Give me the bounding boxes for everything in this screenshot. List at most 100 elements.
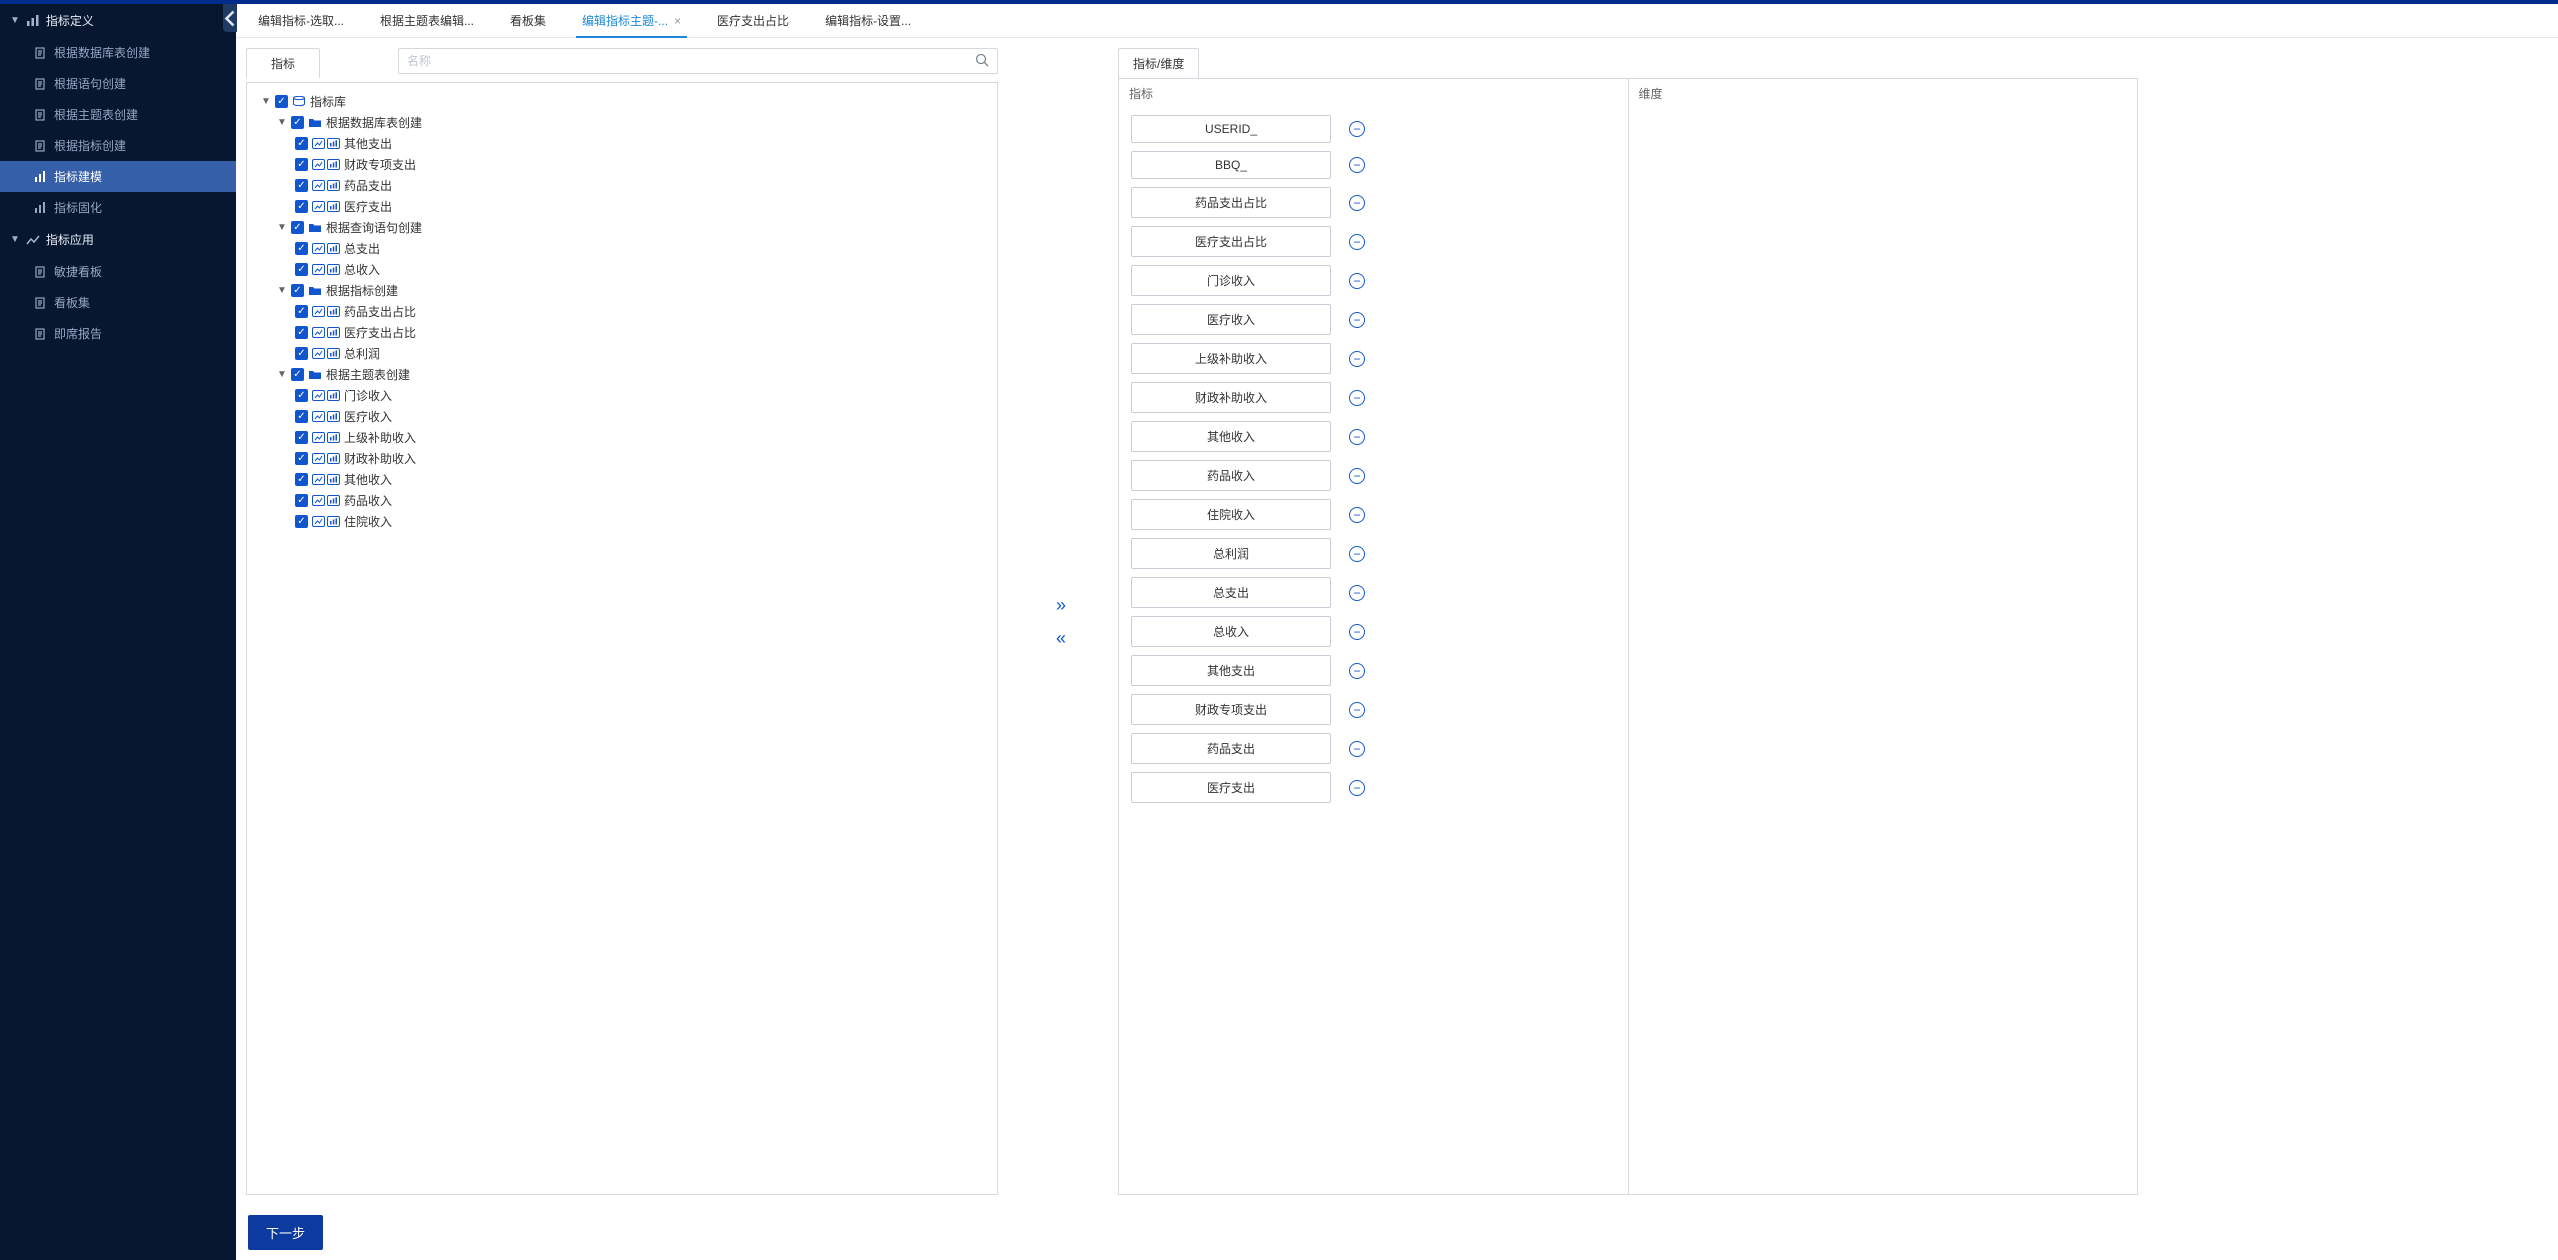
indicator-chip[interactable]: 总利润 xyxy=(1131,538,1331,569)
remove-icon[interactable]: − xyxy=(1349,390,1365,406)
panel-tab-indicator[interactable]: 指标 xyxy=(246,48,320,78)
checkbox-checked-icon[interactable]: ✓ xyxy=(295,347,308,360)
checkbox-checked-icon[interactable]: ✓ xyxy=(295,389,308,402)
sidebar-item[interactable]: 指标固化 xyxy=(0,192,236,223)
checkbox-checked-icon[interactable]: ✓ xyxy=(291,368,304,381)
checkbox-checked-icon[interactable]: ✓ xyxy=(295,326,308,339)
remove-icon[interactable]: − xyxy=(1349,351,1365,367)
indicator-chip[interactable]: 医疗收入 xyxy=(1131,304,1331,335)
checkbox-checked-icon[interactable]: ✓ xyxy=(295,452,308,465)
checkbox-checked-icon[interactable]: ✓ xyxy=(295,431,308,444)
search-icon[interactable] xyxy=(975,53,989,70)
checkbox-checked-icon[interactable]: ✓ xyxy=(295,305,308,318)
remove-icon[interactable]: − xyxy=(1349,702,1365,718)
remove-icon[interactable]: − xyxy=(1349,468,1365,484)
tree-row[interactable]: ✓其他支出 xyxy=(253,133,991,154)
tree-row[interactable]: ✓财政专项支出 xyxy=(253,154,991,175)
tree-row[interactable]: ✓药品支出 xyxy=(253,175,991,196)
tree-row[interactable]: ✓总收入 xyxy=(253,259,991,280)
tab[interactable]: 医疗支出占比 xyxy=(711,4,795,37)
tree-row[interactable]: ✓医疗收入 xyxy=(253,406,991,427)
caret-down-icon[interactable]: ▼ xyxy=(277,369,287,380)
sidebar-item[interactable]: 根据主题表创建 xyxy=(0,99,236,130)
checkbox-checked-icon[interactable]: ✓ xyxy=(275,95,288,108)
remove-icon[interactable]: − xyxy=(1349,312,1365,328)
sidebar-item[interactable]: 敏捷看板 xyxy=(0,256,236,287)
indicator-chip[interactable]: 住院收入 xyxy=(1131,499,1331,530)
tree-row[interactable]: ▼✓根据指标创建 xyxy=(253,280,991,301)
checkbox-checked-icon[interactable]: ✓ xyxy=(295,263,308,276)
remove-icon[interactable]: − xyxy=(1349,157,1365,173)
remove-icon[interactable]: − xyxy=(1349,780,1365,796)
remove-icon[interactable]: − xyxy=(1349,507,1365,523)
tree-row[interactable]: ✓药品支出占比 xyxy=(253,301,991,322)
tree-row[interactable]: ✓总利润 xyxy=(253,343,991,364)
tree-row[interactable]: ✓门诊收入 xyxy=(253,385,991,406)
indicator-chip[interactable]: 其他收入 xyxy=(1131,421,1331,452)
remove-icon[interactable]: − xyxy=(1349,624,1365,640)
search-input[interactable] xyxy=(407,54,969,68)
indicator-chip[interactable]: 总支出 xyxy=(1131,577,1331,608)
tab[interactable]: 编辑指标-选取... xyxy=(252,4,350,37)
caret-down-icon[interactable]: ▼ xyxy=(277,222,287,233)
tree-row[interactable]: ✓医疗支出 xyxy=(253,196,991,217)
right-panel-tab[interactable]: 指标/维度 xyxy=(1118,48,1199,78)
tree-row[interactable]: ▼✓根据查询语句创建 xyxy=(253,217,991,238)
caret-down-icon[interactable]: ▼ xyxy=(261,96,271,107)
next-button[interactable]: 下一步 xyxy=(248,1215,323,1250)
sidebar-item[interactable]: 看板集 xyxy=(0,287,236,318)
indicator-chip[interactable]: 总收入 xyxy=(1131,616,1331,647)
remove-icon[interactable]: − xyxy=(1349,234,1365,250)
checkbox-checked-icon[interactable]: ✓ xyxy=(295,137,308,150)
tree-row[interactable]: ✓其他收入 xyxy=(253,469,991,490)
sidebar-item[interactable]: 根据数据库表创建 xyxy=(0,37,236,68)
nav-group-indicator-app[interactable]: ▼ 指标应用 xyxy=(0,223,236,256)
checkbox-checked-icon[interactable]: ✓ xyxy=(291,284,304,297)
sidebar-item[interactable]: 根据语句创建 xyxy=(0,68,236,99)
remove-icon[interactable]: − xyxy=(1349,585,1365,601)
indicator-chip[interactable]: 医疗支出占比 xyxy=(1131,226,1331,257)
indicator-chip[interactable]: USERID_ xyxy=(1131,115,1331,143)
tree-row[interactable]: ✓总支出 xyxy=(253,238,991,259)
indicator-chip[interactable]: 医疗支出 xyxy=(1131,772,1331,803)
checkbox-checked-icon[interactable]: ✓ xyxy=(295,515,308,528)
remove-icon[interactable]: − xyxy=(1349,546,1365,562)
sidebar-item[interactable]: 即席报告 xyxy=(0,318,236,349)
tree-row[interactable]: ▼✓根据数据库表创建 xyxy=(253,112,991,133)
sidebar-item[interactable]: 指标建模 xyxy=(0,161,236,192)
checkbox-checked-icon[interactable]: ✓ xyxy=(291,221,304,234)
checkbox-checked-icon[interactable]: ✓ xyxy=(295,473,308,486)
tree-row[interactable]: ✓财政补助收入 xyxy=(253,448,991,469)
remove-icon[interactable]: − xyxy=(1349,663,1365,679)
indicator-chip[interactable]: 药品支出占比 xyxy=(1131,187,1331,218)
indicator-chip[interactable]: 财政专项支出 xyxy=(1131,694,1331,725)
remove-icon[interactable]: − xyxy=(1349,121,1365,137)
indicator-chip[interactable]: 上级补助收入 xyxy=(1131,343,1331,374)
checkbox-checked-icon[interactable]: ✓ xyxy=(295,200,308,213)
checkbox-checked-icon[interactable]: ✓ xyxy=(295,410,308,423)
sidebar-item[interactable]: 根据指标创建 xyxy=(0,130,236,161)
indicator-chip[interactable]: 其他支出 xyxy=(1131,655,1331,686)
remove-icon[interactable]: − xyxy=(1349,429,1365,445)
remove-icon[interactable]: − xyxy=(1349,195,1365,211)
tree-row[interactable]: ▼✓根据主题表创建 xyxy=(253,364,991,385)
tab[interactable]: 编辑指标主题-...× xyxy=(576,4,687,37)
sidebar-collapse-button[interactable] xyxy=(223,4,237,32)
remove-icon[interactable]: − xyxy=(1349,273,1365,289)
tree-row[interactable]: ✓上级补助收入 xyxy=(253,427,991,448)
checkbox-checked-icon[interactable]: ✓ xyxy=(295,494,308,507)
tab[interactable]: 根据主题表编辑... xyxy=(374,4,480,37)
transfer-add-button[interactable]: » xyxy=(1056,595,1060,616)
caret-down-icon[interactable]: ▼ xyxy=(277,117,287,128)
remove-icon[interactable]: − xyxy=(1349,741,1365,757)
checkbox-checked-icon[interactable]: ✓ xyxy=(295,242,308,255)
tree-row[interactable]: ▼✓指标库 xyxy=(253,91,991,112)
caret-down-icon[interactable]: ▼ xyxy=(277,285,287,296)
tree-row[interactable]: ✓住院收入 xyxy=(253,511,991,532)
close-icon[interactable]: × xyxy=(674,14,681,28)
checkbox-checked-icon[interactable]: ✓ xyxy=(295,158,308,171)
indicator-chip[interactable]: 药品收入 xyxy=(1131,460,1331,491)
indicator-chip[interactable]: 药品支出 xyxy=(1131,733,1331,764)
indicator-chip[interactable]: BBQ_ xyxy=(1131,151,1331,179)
tab[interactable]: 看板集 xyxy=(504,4,552,37)
